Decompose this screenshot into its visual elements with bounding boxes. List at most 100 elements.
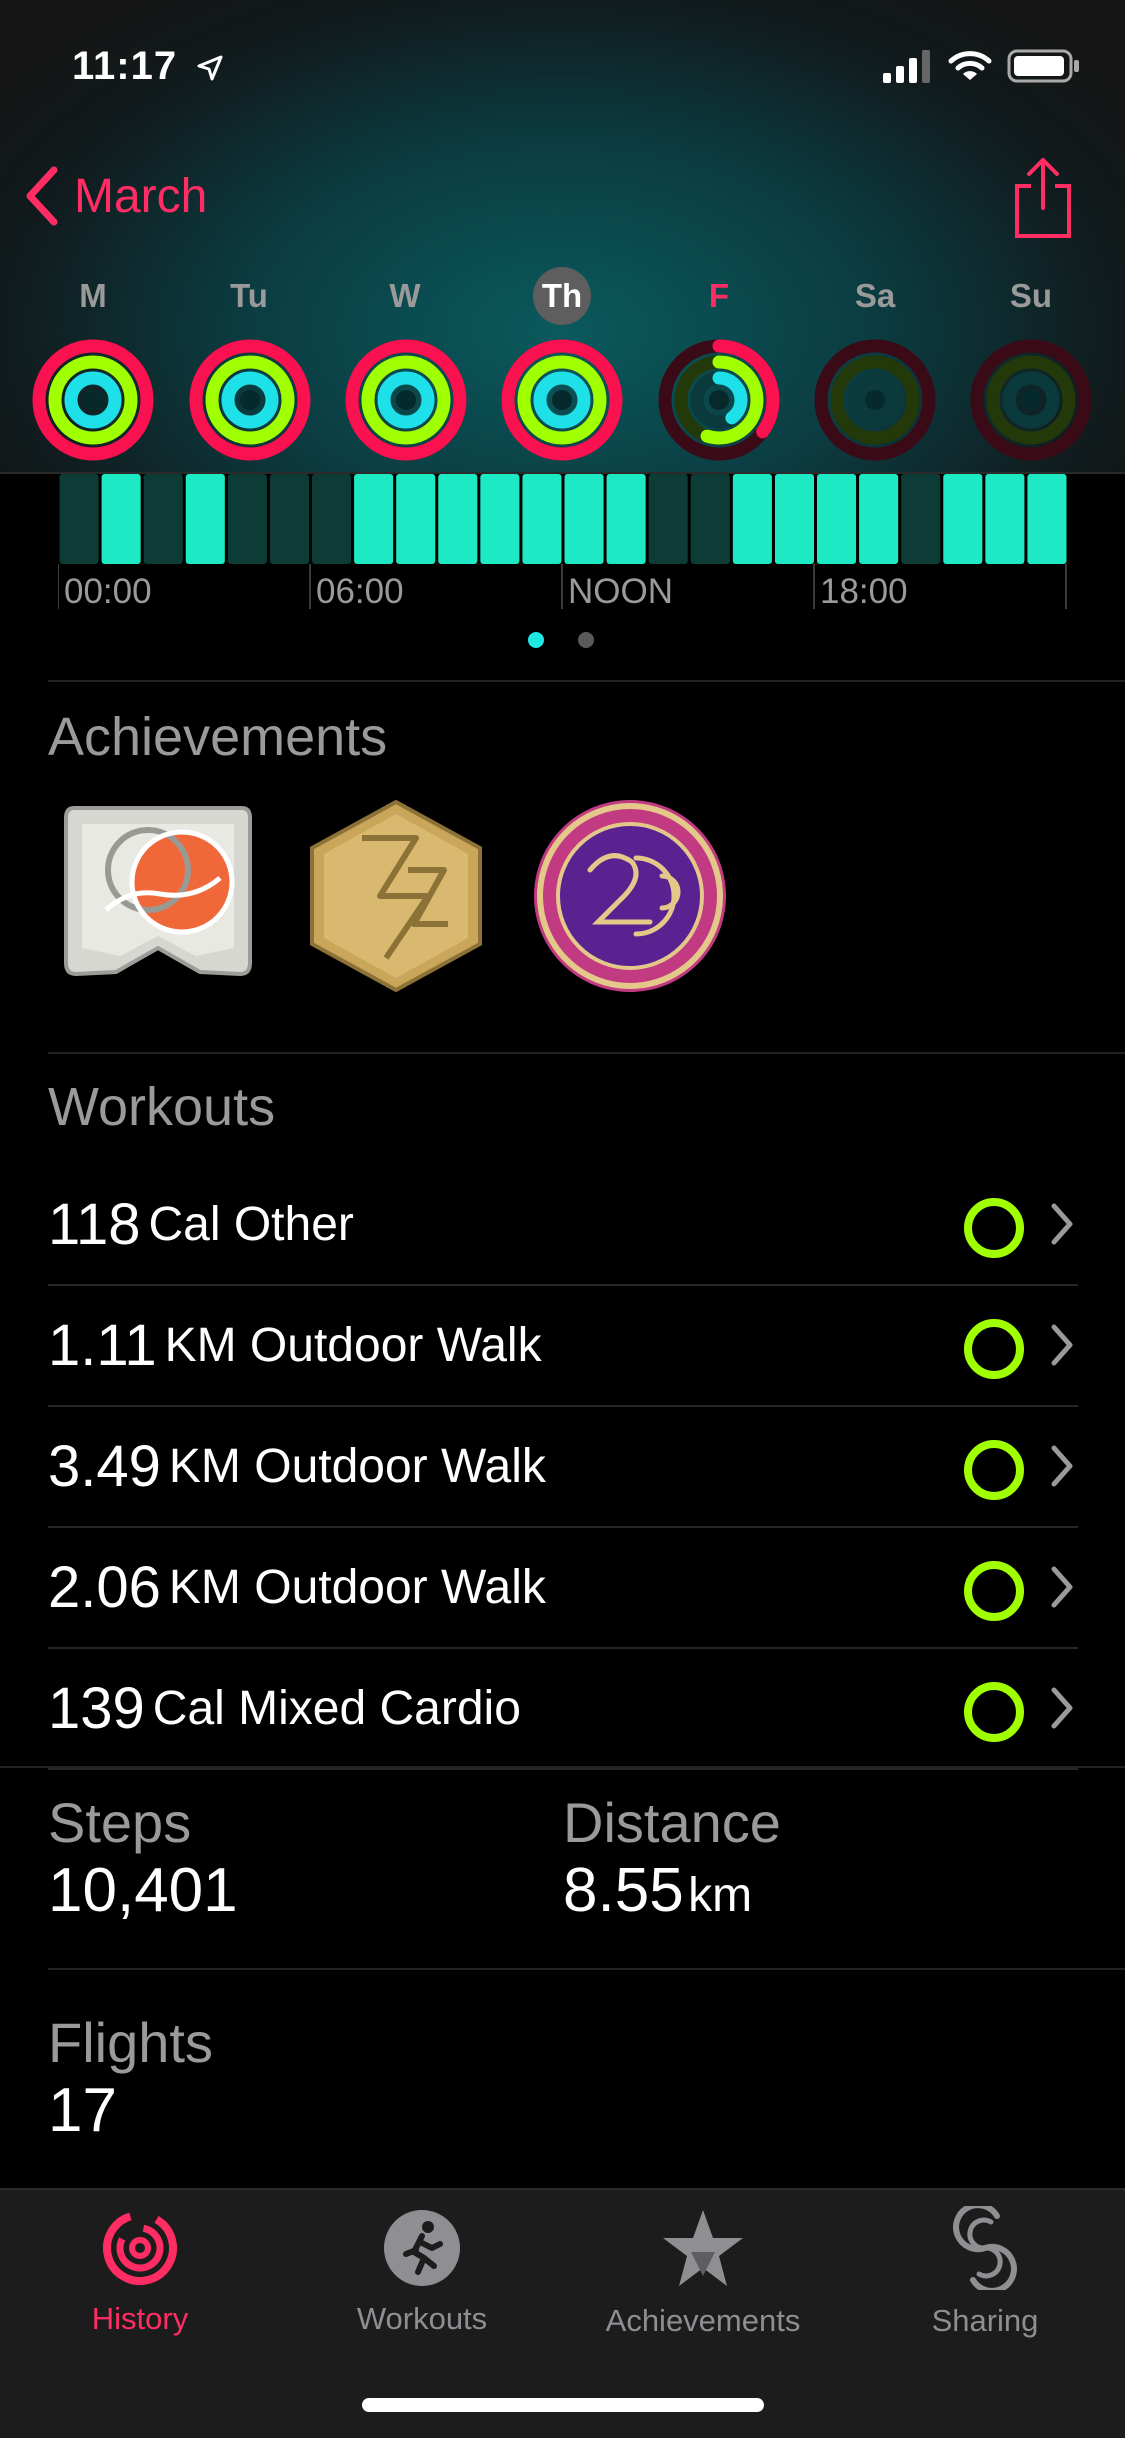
wifi-icon [948, 51, 992, 80]
distance-stat: Distance 8.55 km [563, 1790, 781, 1926]
hour-bar [859, 474, 899, 564]
tab-history[interactable]: History [0, 2200, 280, 2337]
divider [48, 680, 1125, 682]
divider [48, 1968, 1125, 1970]
day-label-sa[interactable]: Sa [815, 277, 935, 315]
tick-label-0600: 06:00 [316, 572, 404, 611]
tab-workouts[interactable]: Workouts [282, 2200, 562, 2337]
hour-bar [59, 474, 99, 564]
status-indicators [881, 48, 1081, 84]
divider [0, 1766, 1125, 1768]
exercise-ring-icon [964, 1198, 1024, 1258]
activity-ring-f[interactable] [657, 338, 781, 462]
activity-ring-w[interactable] [344, 338, 468, 462]
page-dot[interactable] [578, 632, 594, 648]
workouts-title: Workouts [48, 1077, 276, 1137]
activity-ring-th[interactable] [500, 338, 624, 462]
exercise-ring-icon [964, 1682, 1024, 1742]
steps-stat: Steps 10,401 [48, 1790, 238, 1926]
battery-icon [1007, 49, 1079, 83]
distance-label: Distance [563, 1791, 781, 1854]
gold-hexagon-badge-icon[interactable] [298, 798, 494, 994]
chevron-right-icon [1051, 1445, 1073, 1487]
back-button[interactable]: March [24, 166, 207, 226]
activity-ring-su[interactable] [969, 338, 1093, 462]
purple-round-badge-icon[interactable] [532, 798, 728, 994]
sharing-icon [953, 2202, 1017, 2294]
flights-value: 17 [48, 2076, 117, 2145]
hour-bar [943, 474, 983, 564]
hour-bar [606, 474, 646, 564]
hour-bar [985, 474, 1025, 564]
day-text-tu: Tu [230, 277, 268, 314]
hour-bar [101, 474, 141, 564]
workout-row[interactable]: 118 Cal Other [48, 1164, 1078, 1286]
tick-label-0000: 00:00 [64, 572, 152, 611]
exercise-ring-icon [964, 1561, 1024, 1621]
hour-bar [227, 474, 267, 564]
hour-bar [522, 474, 562, 564]
distance-value: 8.55 [563, 1856, 684, 1925]
exercise-ring-icon [964, 1319, 1024, 1379]
chevron-right-icon [1051, 1203, 1073, 1245]
location-arrow-icon [197, 55, 223, 81]
day-label-m[interactable]: M [33, 277, 153, 315]
tab-achievements[interactable]: Achievements [563, 2200, 843, 2339]
day-text-su: Su [1009, 277, 1053, 314]
hour-bar [690, 474, 730, 564]
activity-ring-tu[interactable] [188, 338, 312, 462]
workout-unit: KM Outdoor Walk [168, 1560, 546, 1614]
hour-bar [774, 474, 814, 564]
tab-label-achievements: Achievements [605, 2303, 801, 2338]
chevron-left-icon [26, 166, 58, 226]
workout-value: 3.49 [48, 1433, 161, 1499]
hour-bar [312, 474, 352, 564]
star-badge-icon [663, 2210, 743, 2286]
page-dot-active[interactable] [528, 632, 544, 648]
home-indicator [362, 2398, 764, 2412]
hour-bar [648, 474, 688, 564]
day-label-th[interactable]: Th [502, 267, 622, 325]
tick-label-1800: 18:00 [820, 572, 908, 611]
workout-value: 1.11 [48, 1312, 157, 1378]
hour-bar [438, 474, 478, 564]
rings-badge-icon[interactable] [60, 798, 256, 994]
history-rings-icon [103, 2211, 177, 2285]
achievements-title: Achievements [48, 707, 388, 767]
status-time: 11:17 [72, 44, 225, 89]
tab-label-sharing: Sharing [931, 2303, 1039, 2338]
tab-label-history: History [91, 2301, 189, 2336]
day-label-w[interactable]: W [345, 277, 465, 315]
tick-label-noon: NOON [568, 572, 673, 611]
steps-label: Steps [48, 1791, 192, 1854]
distance-unit: km [688, 1869, 753, 1922]
hourly-activity-chart [58, 474, 1067, 609]
activity-ring-sa[interactable] [813, 338, 937, 462]
workout-row[interactable]: 1.11 KM Outdoor Walk [48, 1285, 1078, 1407]
hour-bar [564, 474, 604, 564]
share-button[interactable] [1013, 156, 1073, 245]
share-icon [1015, 158, 1071, 238]
workout-row[interactable]: 139 Cal Mixed Cardio [48, 1648, 1078, 1770]
workout-row[interactable]: 2.06 KM Outdoor Walk [48, 1527, 1078, 1649]
day-label-su[interactable]: Su [971, 277, 1091, 315]
activity-ring-m[interactable] [31, 338, 155, 462]
workout-value: 139 [48, 1675, 145, 1741]
hour-bar [480, 474, 520, 564]
workout-row[interactable]: 3.49 KM Outdoor Walk [48, 1406, 1078, 1528]
day-text-w: W [389, 277, 421, 314]
workout-value: 2.06 [48, 1554, 161, 1620]
workout-unit: Cal Mixed Cardio [152, 1681, 521, 1735]
day-text-m: M [79, 277, 107, 314]
day-label-tu[interactable]: Tu [189, 277, 309, 315]
day-label-f[interactable]: F [659, 277, 779, 315]
exercise-ring-icon [964, 1440, 1024, 1500]
tab-sharing[interactable]: Sharing [845, 2200, 1125, 2339]
hour-bar [1027, 474, 1067, 564]
cellular-signal-icon [883, 50, 930, 83]
hour-bar [396, 474, 436, 564]
workout-unit: Cal Other [148, 1197, 354, 1251]
hour-bar [354, 474, 394, 564]
workout-unit: KM Outdoor Walk [164, 1318, 542, 1372]
day-text-f: F [708, 277, 730, 314]
